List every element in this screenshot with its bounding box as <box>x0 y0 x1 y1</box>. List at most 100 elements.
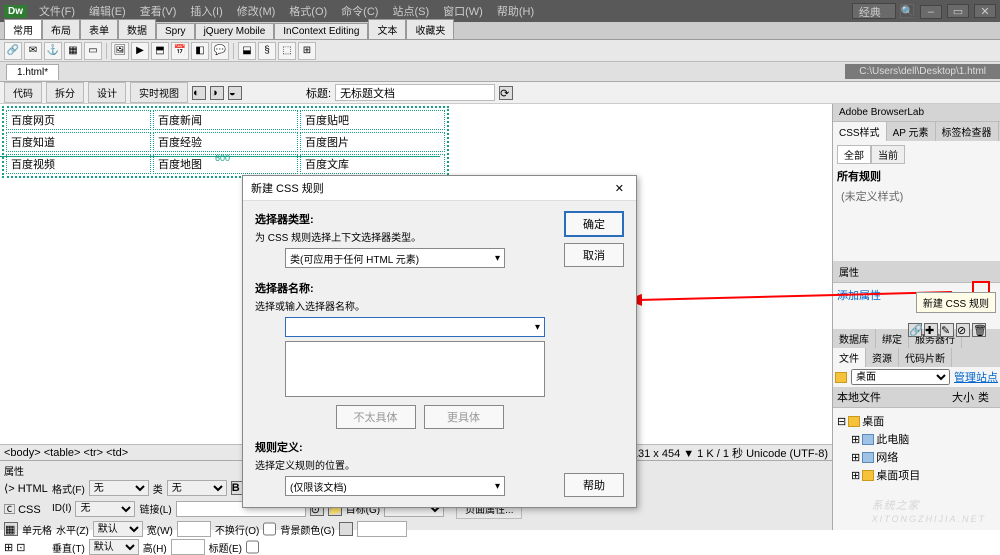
maximize-button[interactable]: ▭ <box>947 4 969 18</box>
tag-icon[interactable]: ⊞ <box>298 42 316 60</box>
tab-assets[interactable]: 资源 <box>866 348 899 367</box>
ssi-icon[interactable]: ◧ <box>191 42 209 60</box>
anchor-icon[interactable]: ⚓ <box>44 42 62 60</box>
css-all-tab[interactable]: 全部 <box>837 145 871 164</box>
bgcolor-input[interactable] <box>357 521 407 537</box>
site-select[interactable]: 桌面 <box>851 369 950 385</box>
tab-common[interactable]: 常用 <box>4 19 42 39</box>
live-view-icon[interactable]: ◒ <box>228 86 242 100</box>
header-check[interactable] <box>246 539 259 555</box>
menu-view[interactable]: 查看(V) <box>134 1 183 21</box>
tab-text[interactable]: 文本 <box>368 19 406 39</box>
tab-ap-elements[interactable]: AP 元素 <box>887 122 936 141</box>
nowrap-check[interactable] <box>263 521 276 537</box>
class-select[interactable]: 无 <box>167 480 227 496</box>
selector-type-combo[interactable]: 类(可应用于任何 HTML 元素) <box>285 248 505 268</box>
view-live-button[interactable]: 实时视图 <box>130 82 188 103</box>
help-button[interactable]: 帮助 <box>564 473 624 497</box>
script-icon[interactable]: § <box>258 42 276 60</box>
widget-icon[interactable]: ⬒ <box>151 42 169 60</box>
col-type[interactable]: 类 <box>978 389 996 405</box>
more-specific-button[interactable]: 更具体 <box>424 405 504 429</box>
media-icon[interactable]: ▶ <box>131 42 149 60</box>
inspect-icon[interactable]: ◐ <box>192 86 206 100</box>
disable-icon[interactable]: ⊘ <box>956 323 970 337</box>
manage-site-link[interactable]: 管理站点 <box>954 369 998 385</box>
menu-insert[interactable]: 插入(I) <box>184 1 228 21</box>
menu-edit[interactable]: 编辑(E) <box>83 1 132 21</box>
tree-item-desktop-items[interactable]: ⊞桌面项目 <box>837 466 996 484</box>
search-icon[interactable]: 🔍 <box>900 4 914 18</box>
table-row[interactable]: 百度网页百度新闻百度贴吧 <box>6 110 445 130</box>
bgcolor-swatch[interactable] <box>339 522 353 536</box>
menu-modify[interactable]: 修改(M) <box>231 1 282 21</box>
tag-breadcrumb[interactable]: <body> <table> <tr> <td> <box>4 447 128 459</box>
view-split-button[interactable]: 拆分 <box>46 82 84 103</box>
document-tab[interactable]: 1.html* <box>6 64 59 80</box>
rule-def-combo[interactable]: (仅限该文档) <box>285 476 505 496</box>
tree-item-network[interactable]: ⊞网络 <box>837 448 996 466</box>
tab-snippets[interactable]: 代码片断 <box>899 348 952 367</box>
css-current-tab[interactable]: 当前 <box>871 145 905 164</box>
comment-icon[interactable]: 💬 <box>211 42 229 60</box>
cancel-button[interactable]: 取消 <box>564 243 624 267</box>
menu-commands[interactable]: 命令(C) <box>335 1 384 21</box>
hyperlink-icon[interactable]: 🔗 <box>4 42 22 60</box>
layout-preset-dropdown[interactable]: 经典 <box>852 3 896 19</box>
menu-help[interactable]: 帮助(H) <box>491 1 540 21</box>
view-code-button[interactable]: 代码 <box>4 82 42 103</box>
tab-bindings[interactable]: 绑定 <box>876 329 909 348</box>
dialog-close-button[interactable]: ✕ <box>611 182 628 195</box>
close-button[interactable]: ✕ <box>974 4 996 18</box>
width-input[interactable] <box>177 521 211 537</box>
table-row[interactable]: 百度知道百度经验百度图片 <box>6 132 445 152</box>
less-specific-button[interactable]: 不太具体 <box>336 405 416 429</box>
col-size[interactable]: 大小 <box>952 389 978 405</box>
attach-stylesheet-icon[interactable]: 🔗 <box>908 323 922 337</box>
col-local-files[interactable]: 本地文件 <box>837 389 952 405</box>
format-select[interactable]: 无 <box>89 480 149 496</box>
tab-favorites[interactable]: 收藏夹 <box>406 19 454 39</box>
menu-format[interactable]: 格式(O) <box>283 1 333 21</box>
date-icon[interactable]: 📅 <box>171 42 189 60</box>
tab-css-styles[interactable]: CSS样式 <box>833 122 887 141</box>
delete-icon[interactable]: 🗑 <box>972 323 986 337</box>
horz-select[interactable]: 默认 <box>93 521 143 537</box>
tree-item-desktop[interactable]: ⊟桌面 <box>837 412 996 430</box>
head-icon[interactable]: ⬓ <box>238 42 256 60</box>
menu-window[interactable]: 窗口(W) <box>437 1 489 21</box>
tab-data[interactable]: 数据 <box>118 19 156 39</box>
id-select[interactable]: 无 <box>75 501 135 517</box>
menu-site[interactable]: 站点(S) <box>386 1 435 21</box>
properties-panel-title[interactable]: 属性 <box>833 261 1000 283</box>
tab-tag-inspector[interactable]: 标签检查器 <box>936 122 999 141</box>
ok-button[interactable]: 确定 <box>564 211 624 237</box>
tab-forms[interactable]: 表单 <box>80 19 118 39</box>
content-table[interactable]: 百度网页百度新闻百度贴吧 百度知道百度经验百度图片 百度视频百度地图百度文库 <box>2 106 449 178</box>
view-design-button[interactable]: 设计 <box>88 82 126 103</box>
height-input[interactable] <box>171 539 205 555</box>
selector-name-combo[interactable] <box>285 317 545 337</box>
template-icon[interactable]: ⬚ <box>278 42 296 60</box>
vert-select[interactable]: 默认 <box>89 539 139 555</box>
tab-jquery[interactable]: jQuery Mobile <box>195 23 275 39</box>
tab-files[interactable]: 文件 <box>833 348 866 367</box>
browserlab-panel[interactable]: Adobe BrowserLab <box>833 104 1000 122</box>
image-icon[interactable]: 🖼 <box>111 42 129 60</box>
tab-spry[interactable]: Spry <box>156 23 195 39</box>
table-icon[interactable]: ▦ <box>64 42 82 60</box>
tab-database[interactable]: 数据库 <box>833 329 876 348</box>
div-icon[interactable]: ▭ <box>84 42 102 60</box>
new-rule-icon[interactable]: ✚ <box>924 323 938 337</box>
tab-incontext[interactable]: InContext Editing <box>274 23 368 39</box>
tab-layout[interactable]: 布局 <box>42 19 80 39</box>
minimize-button[interactable]: – <box>920 5 942 19</box>
add-property-link[interactable]: 添加属性 <box>837 290 881 302</box>
tree-item-computer[interactable]: ⊞此电脑 <box>837 430 996 448</box>
email-icon[interactable]: ✉ <box>24 42 42 60</box>
edit-icon[interactable]: ✎ <box>940 323 954 337</box>
menu-file[interactable]: 文件(F) <box>33 1 81 21</box>
live-code-icon[interactable]: ◑ <box>210 86 224 100</box>
refresh-icon[interactable]: ⟳ <box>499 86 513 100</box>
title-input[interactable] <box>335 84 495 101</box>
